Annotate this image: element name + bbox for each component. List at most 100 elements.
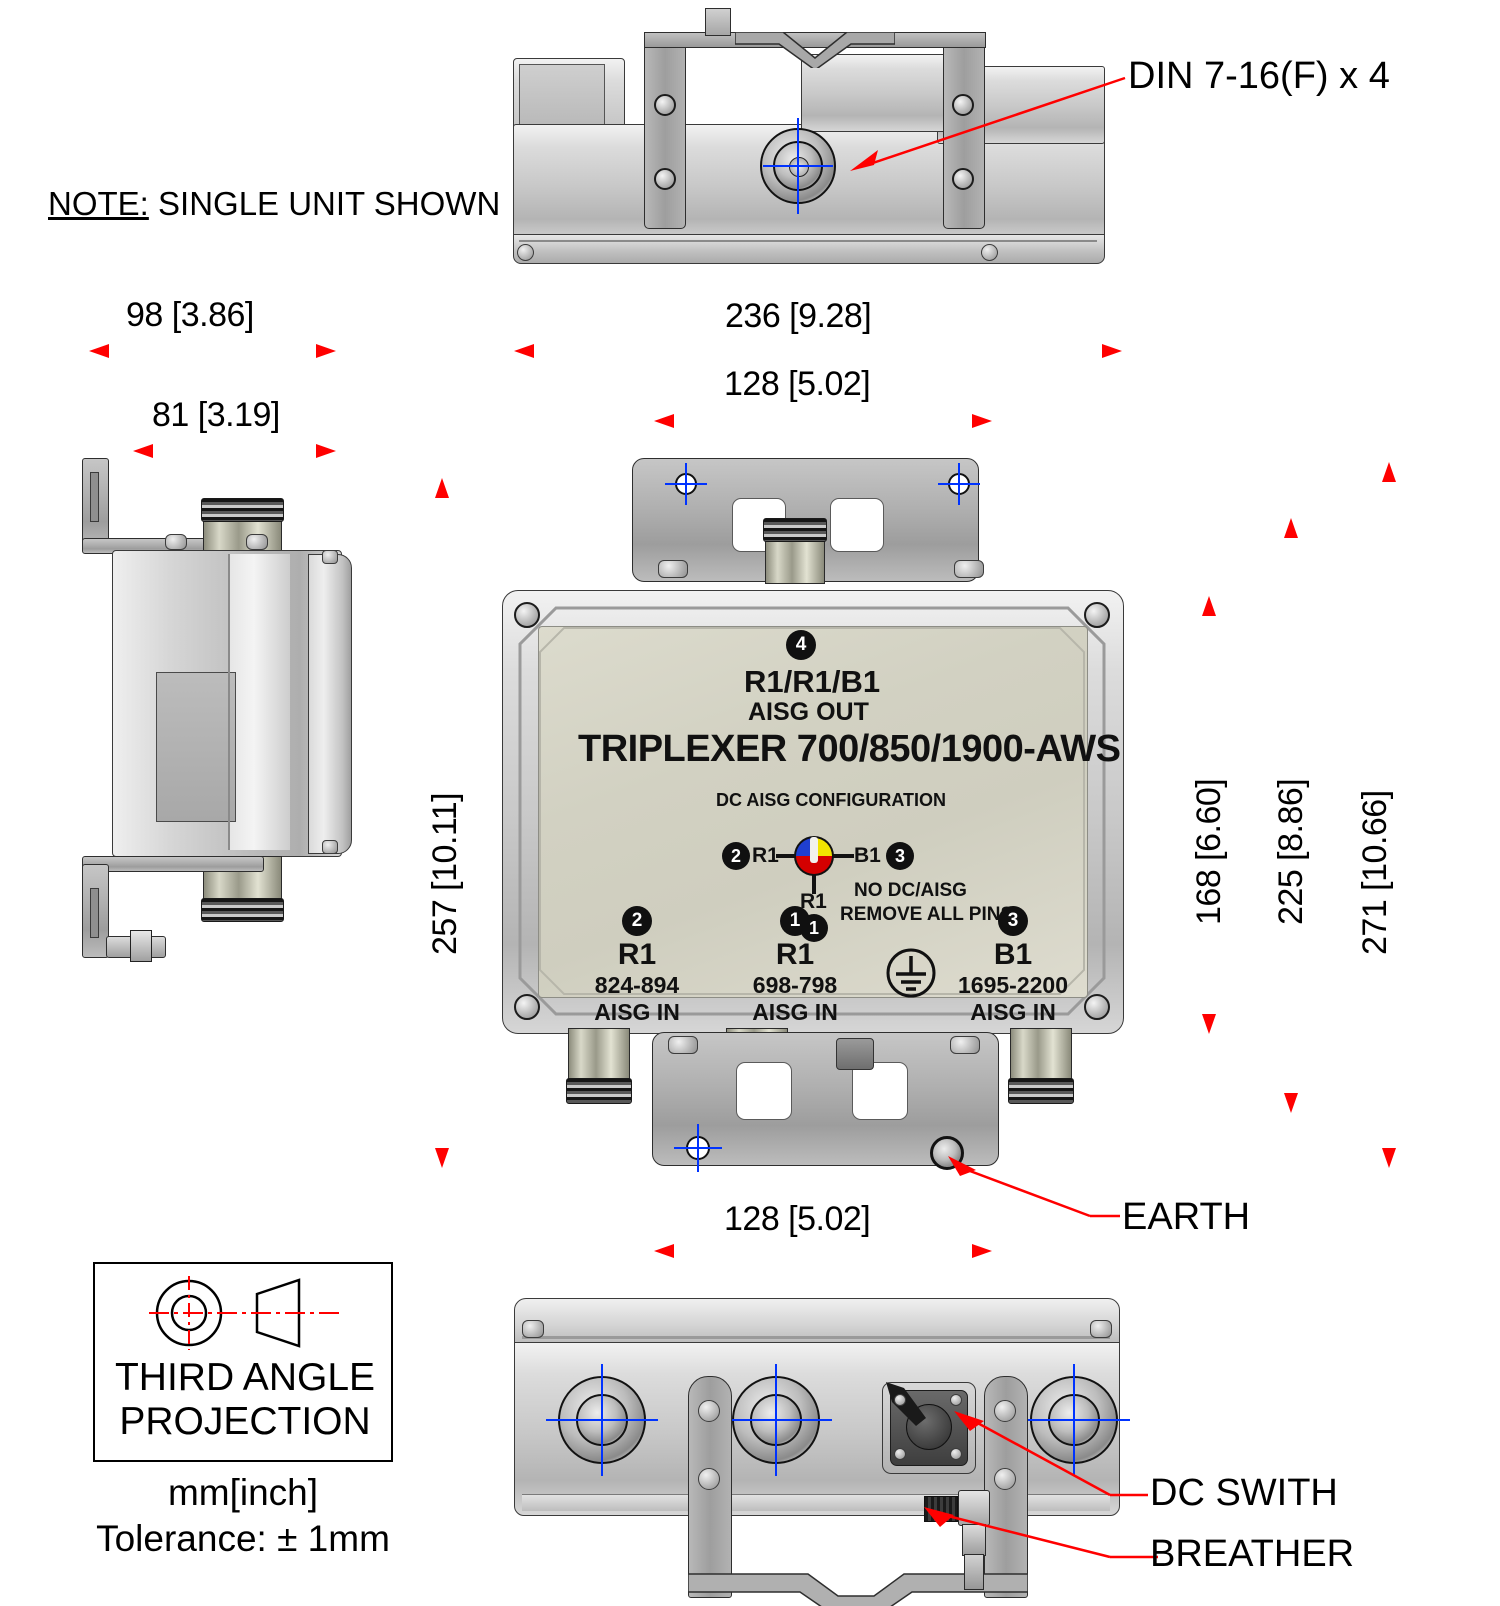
top-view-bracket-tab <box>705 8 731 36</box>
side-view-recess-panel <box>156 672 236 822</box>
front-view-top-bracket-cutout-right <box>830 498 884 552</box>
dim-257-arrow-bottom <box>435 1148 449 1168</box>
front-view-screw-tl <box>514 602 540 628</box>
top-view-bracket-screw-bl <box>654 168 676 190</box>
out-port-badge: 4 <box>786 630 816 660</box>
bottom-view-bracket-screw-bl <box>698 1468 720 1490</box>
front-view-top-hole-left-cl-h <box>665 483 707 485</box>
side-view-bottom-bracket-slot <box>90 888 99 938</box>
dim-225-ext-bottom <box>790 1112 1308 1114</box>
dim-168-ext-bottom <box>1158 1033 1224 1035</box>
port-1-band: 698-798 <box>752 972 838 998</box>
bottom-view-lid-seam <box>522 1336 1110 1339</box>
dim-236-arrow-left <box>514 344 534 358</box>
side-view-top-screw-right <box>246 534 268 550</box>
tolerance-label: Tolerance: ± 1mm <box>96 1518 390 1559</box>
projection-title-line2: PROJECTION <box>119 1400 371 1443</box>
dim-168-arrow-bottom <box>1202 1014 1216 1034</box>
dim-front-overall-width: 236 [9.28] <box>725 297 872 335</box>
top-view-lid-screw-right <box>981 244 998 261</box>
side-view-top-bracket-slot <box>90 472 99 522</box>
dim-side-inner-width: 81 [3.19] <box>152 396 280 434</box>
side-view-lid <box>308 554 352 854</box>
top-view-lid-screw-left <box>517 244 534 261</box>
out-port-name: R1/R1/B1 <box>744 664 881 699</box>
port-1-sub: AISG IN <box>752 999 838 1025</box>
dim-128t-arrow-left <box>654 414 674 428</box>
top-view-bracket-leg-left <box>644 42 686 229</box>
dim-271-arrow-top <box>1382 462 1396 482</box>
dim-128t-line <box>654 420 992 422</box>
front-view-bottom-bracket-screw-right <box>950 1036 980 1054</box>
side-view-bottom-bracket-horiz <box>82 856 264 872</box>
dim-225-arrow-bottom <box>1284 1093 1298 1113</box>
side-view-top-connector-thread <box>201 498 284 522</box>
breather-callout-leader <box>920 1495 1160 1575</box>
dim-236-line <box>514 350 1122 352</box>
din-callout-leader <box>840 70 1130 180</box>
dim-128b-line <box>654 1250 992 1252</box>
front-view-bottom-bracket-cutout-left <box>736 1062 792 1120</box>
dim-257-arrow-top <box>435 478 449 498</box>
dim-128b-arrow-right <box>972 1244 992 1258</box>
config-right-label: B1 <box>854 844 881 867</box>
side-view-lid-screw-top <box>322 550 338 564</box>
dim-168-ext-top <box>1158 596 1224 598</box>
port-2-badge: 2 <box>622 906 652 936</box>
port-3-band: 1695-2200 <box>958 972 1068 998</box>
side-view-lid-screw-bottom <box>322 840 338 854</box>
top-view-lid-rim <box>513 234 1105 264</box>
front-view-screw-bl <box>514 994 540 1020</box>
dim-271-line <box>1388 462 1390 1168</box>
config-left-label: R1 <box>752 844 779 867</box>
front-view-bottom-connector-right-thread <box>1008 1078 1074 1104</box>
side-view-bottom-connector-thread <box>201 898 284 922</box>
dim-271-arrow-bottom <box>1382 1148 1396 1168</box>
port-3-name: B1 <box>993 938 1033 971</box>
port-2-band: 824-894 <box>594 972 680 998</box>
bottom-view-connector-2-cl-h <box>720 1419 832 1421</box>
dim-side-ext-left <box>89 332 91 390</box>
front-view-bottom-hole-cl-h <box>674 1147 722 1149</box>
port-1-badge: 1 <box>780 906 810 936</box>
bottom-view-connector-1-cl-h <box>546 1419 658 1421</box>
single-unit-note: NOTE: SINGLE UNIT SHOWN <box>48 185 500 223</box>
earth-ground-symbol <box>886 948 936 998</box>
dc-switch-screw-bl <box>894 1448 906 1460</box>
dim-128b-arrow-left <box>654 1244 674 1258</box>
front-view-breather-stub <box>836 1038 874 1070</box>
front-view: 4 R1/R1/B1 AISG OUT TRIPLEXER 700/850/19… <box>480 450 1160 1190</box>
port-2-name: R1 <box>617 938 657 971</box>
dim-bracket-span-top: 128 [5.02] <box>724 365 871 403</box>
din-callout-label: DIN 7-16(F) x 4 <box>1128 55 1390 97</box>
top-view-din-connector-core <box>789 157 809 177</box>
front-view-bottom-connector-left-thread <box>566 1078 632 1104</box>
dim-front-overall-height: 257 [10.11] <box>426 792 464 955</box>
dim-side-arrow-98-right <box>316 344 336 358</box>
bottom-view-lid-screw-left <box>522 1320 544 1338</box>
third-angle-projection-box: THIRD ANGLE PROJECTION <box>93 1262 393 1462</box>
earth-callout-label: EARTH <box>1122 1196 1251 1238</box>
dim-side-line-98 <box>89 350 336 352</box>
dim-168-arrow-top <box>1202 596 1216 616</box>
front-view-top-hole-right-cl-h <box>938 483 980 485</box>
dc-switch-lever <box>886 1382 926 1426</box>
port-group-1: 1 R1 698-798 AISG IN <box>730 906 860 1026</box>
side-view-earth-nut <box>130 930 152 962</box>
projection-title-line1: THIRD ANGLE <box>114 1356 376 1399</box>
side-view-body-edge <box>228 554 230 850</box>
single-unit-note-rest: SINGLE UNIT SHOWN <box>148 185 501 222</box>
side-view-body-highlight <box>230 554 290 850</box>
front-view-top-bracket-screw-left <box>658 560 688 578</box>
front-view-top-connector-thread <box>763 518 827 542</box>
port-3-badge: 3 <box>998 906 1028 936</box>
dim-257-ext-top <box>432 478 542 480</box>
port-3-sub: AISG IN <box>970 999 1056 1025</box>
port-2-sub: AISG IN <box>594 999 680 1025</box>
config-left-badge: 2 <box>722 842 750 870</box>
port-1-name: R1 <box>775 938 815 971</box>
out-port-sub: AISG OUT <box>748 698 869 726</box>
earth-callout-leader <box>940 1150 1120 1225</box>
front-view-screw-tr <box>1084 602 1110 628</box>
dc-aisg-config-title: DC AISG CONFIGURATION <box>716 790 946 810</box>
